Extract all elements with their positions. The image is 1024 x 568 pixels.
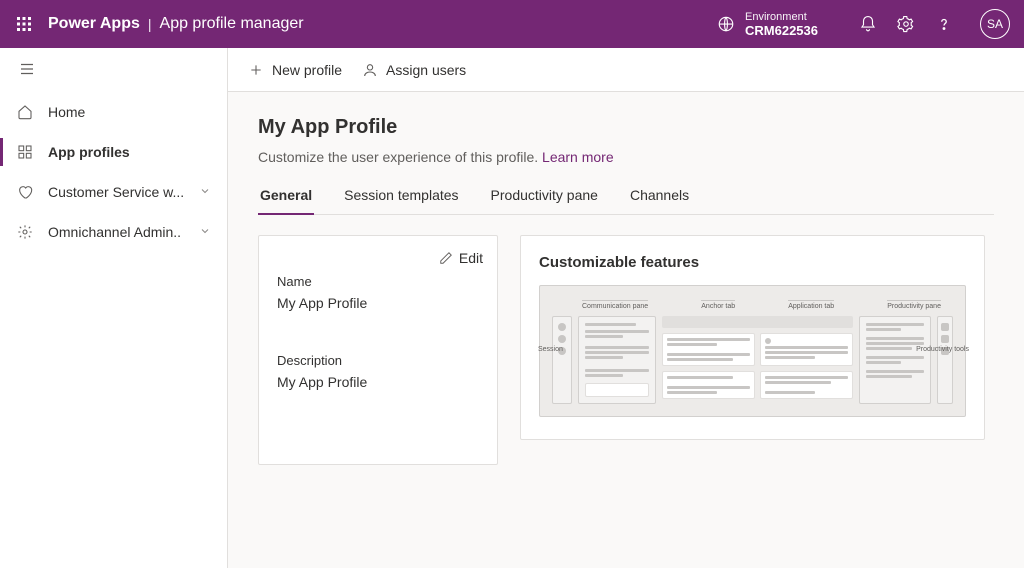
top-header: Power Apps | App profile manager Environ… bbox=[0, 0, 1024, 48]
user-avatar[interactable]: SA bbox=[980, 9, 1010, 39]
callout-productivity-tools: Productivity tools bbox=[916, 346, 969, 353]
callout-anchor-tab: Anchor tab bbox=[701, 300, 735, 310]
diagram-productivity-pane bbox=[859, 316, 931, 404]
plus-icon bbox=[248, 62, 264, 78]
callout-comm-pane: Communication pane bbox=[582, 300, 648, 310]
edit-button[interactable]: Edit bbox=[439, 250, 483, 266]
sidebar: Home App profiles Customer Service w... … bbox=[0, 48, 228, 568]
new-profile-button[interactable]: New profile bbox=[248, 62, 342, 78]
features-title: Customizable features bbox=[539, 254, 966, 271]
callout-application-tab: Application tab bbox=[788, 300, 834, 310]
environment-label: Environment bbox=[745, 11, 818, 23]
name-label: Name bbox=[277, 274, 479, 289]
heart-icon bbox=[16, 184, 34, 200]
app-launcher-icon[interactable] bbox=[8, 8, 40, 40]
tabs: General Session templates Productivity p… bbox=[258, 187, 994, 215]
environment-name: CRM622536 bbox=[745, 23, 818, 38]
learn-more-link[interactable]: Learn more bbox=[542, 149, 614, 165]
brand-name: Power Apps bbox=[48, 15, 140, 33]
tab-channels[interactable]: Channels bbox=[628, 187, 691, 214]
sidebar-item-label: Home bbox=[48, 104, 211, 120]
profile-info-card: Edit Name My App Profile Description My … bbox=[258, 235, 498, 465]
diagram-productivity-tools bbox=[937, 316, 953, 404]
sidebar-item-label: Omnichannel Admin.. bbox=[48, 224, 185, 240]
sidebar-item-label: Customer Service w... bbox=[48, 184, 185, 200]
tab-general[interactable]: General bbox=[258, 187, 314, 215]
tab-session-templates[interactable]: Session templates bbox=[342, 187, 460, 214]
brand-separator: | bbox=[148, 16, 152, 32]
page-title: My App Profile bbox=[258, 116, 994, 139]
tab-productivity-pane[interactable]: Productivity pane bbox=[489, 187, 600, 214]
menu-toggle-icon[interactable] bbox=[18, 60, 36, 81]
notifications-icon[interactable] bbox=[858, 14, 878, 34]
environment-picker[interactable]: Environment CRM622536 bbox=[717, 11, 818, 38]
page-name: App profile manager bbox=[160, 15, 304, 33]
page-description: Customize the user experience of this pr… bbox=[258, 149, 994, 165]
pencil-icon bbox=[439, 251, 453, 265]
features-diagram: Communication pane Anchor tab Applicatio… bbox=[539, 285, 966, 417]
gear-alt-icon bbox=[16, 224, 34, 240]
diagram-main bbox=[662, 316, 853, 404]
callout-session: Session bbox=[538, 346, 563, 353]
help-icon[interactable] bbox=[934, 14, 954, 34]
command-bar: New profile Assign users bbox=[228, 48, 1024, 92]
apps-icon bbox=[16, 144, 34, 160]
name-value: My App Profile bbox=[277, 295, 479, 311]
sidebar-item-customer-service[interactable]: Customer Service w... bbox=[0, 172, 227, 212]
callout-productivity-pane: Productivity pane bbox=[887, 300, 941, 310]
settings-icon[interactable] bbox=[896, 14, 916, 34]
sidebar-item-omnichannel-admin[interactable]: Omnichannel Admin.. bbox=[0, 212, 227, 252]
diagram-comm-pane bbox=[578, 316, 656, 404]
cmd-label: New profile bbox=[272, 62, 342, 78]
sidebar-item-app-profiles[interactable]: App profiles bbox=[0, 132, 227, 172]
features-card: Customizable features Communication pane… bbox=[520, 235, 985, 440]
globe-icon bbox=[717, 15, 735, 33]
chevron-down-icon bbox=[199, 184, 211, 200]
sidebar-item-home[interactable]: Home bbox=[0, 92, 227, 132]
diagram-session-col bbox=[552, 316, 572, 404]
sidebar-item-label: App profiles bbox=[48, 144, 211, 160]
chevron-down-icon bbox=[199, 224, 211, 240]
assign-users-button[interactable]: Assign users bbox=[362, 62, 466, 78]
cmd-label: Assign users bbox=[386, 62, 466, 78]
home-icon bbox=[16, 104, 34, 120]
person-icon bbox=[362, 62, 378, 78]
description-label: Description bbox=[277, 353, 479, 368]
description-value: My App Profile bbox=[277, 374, 479, 390]
